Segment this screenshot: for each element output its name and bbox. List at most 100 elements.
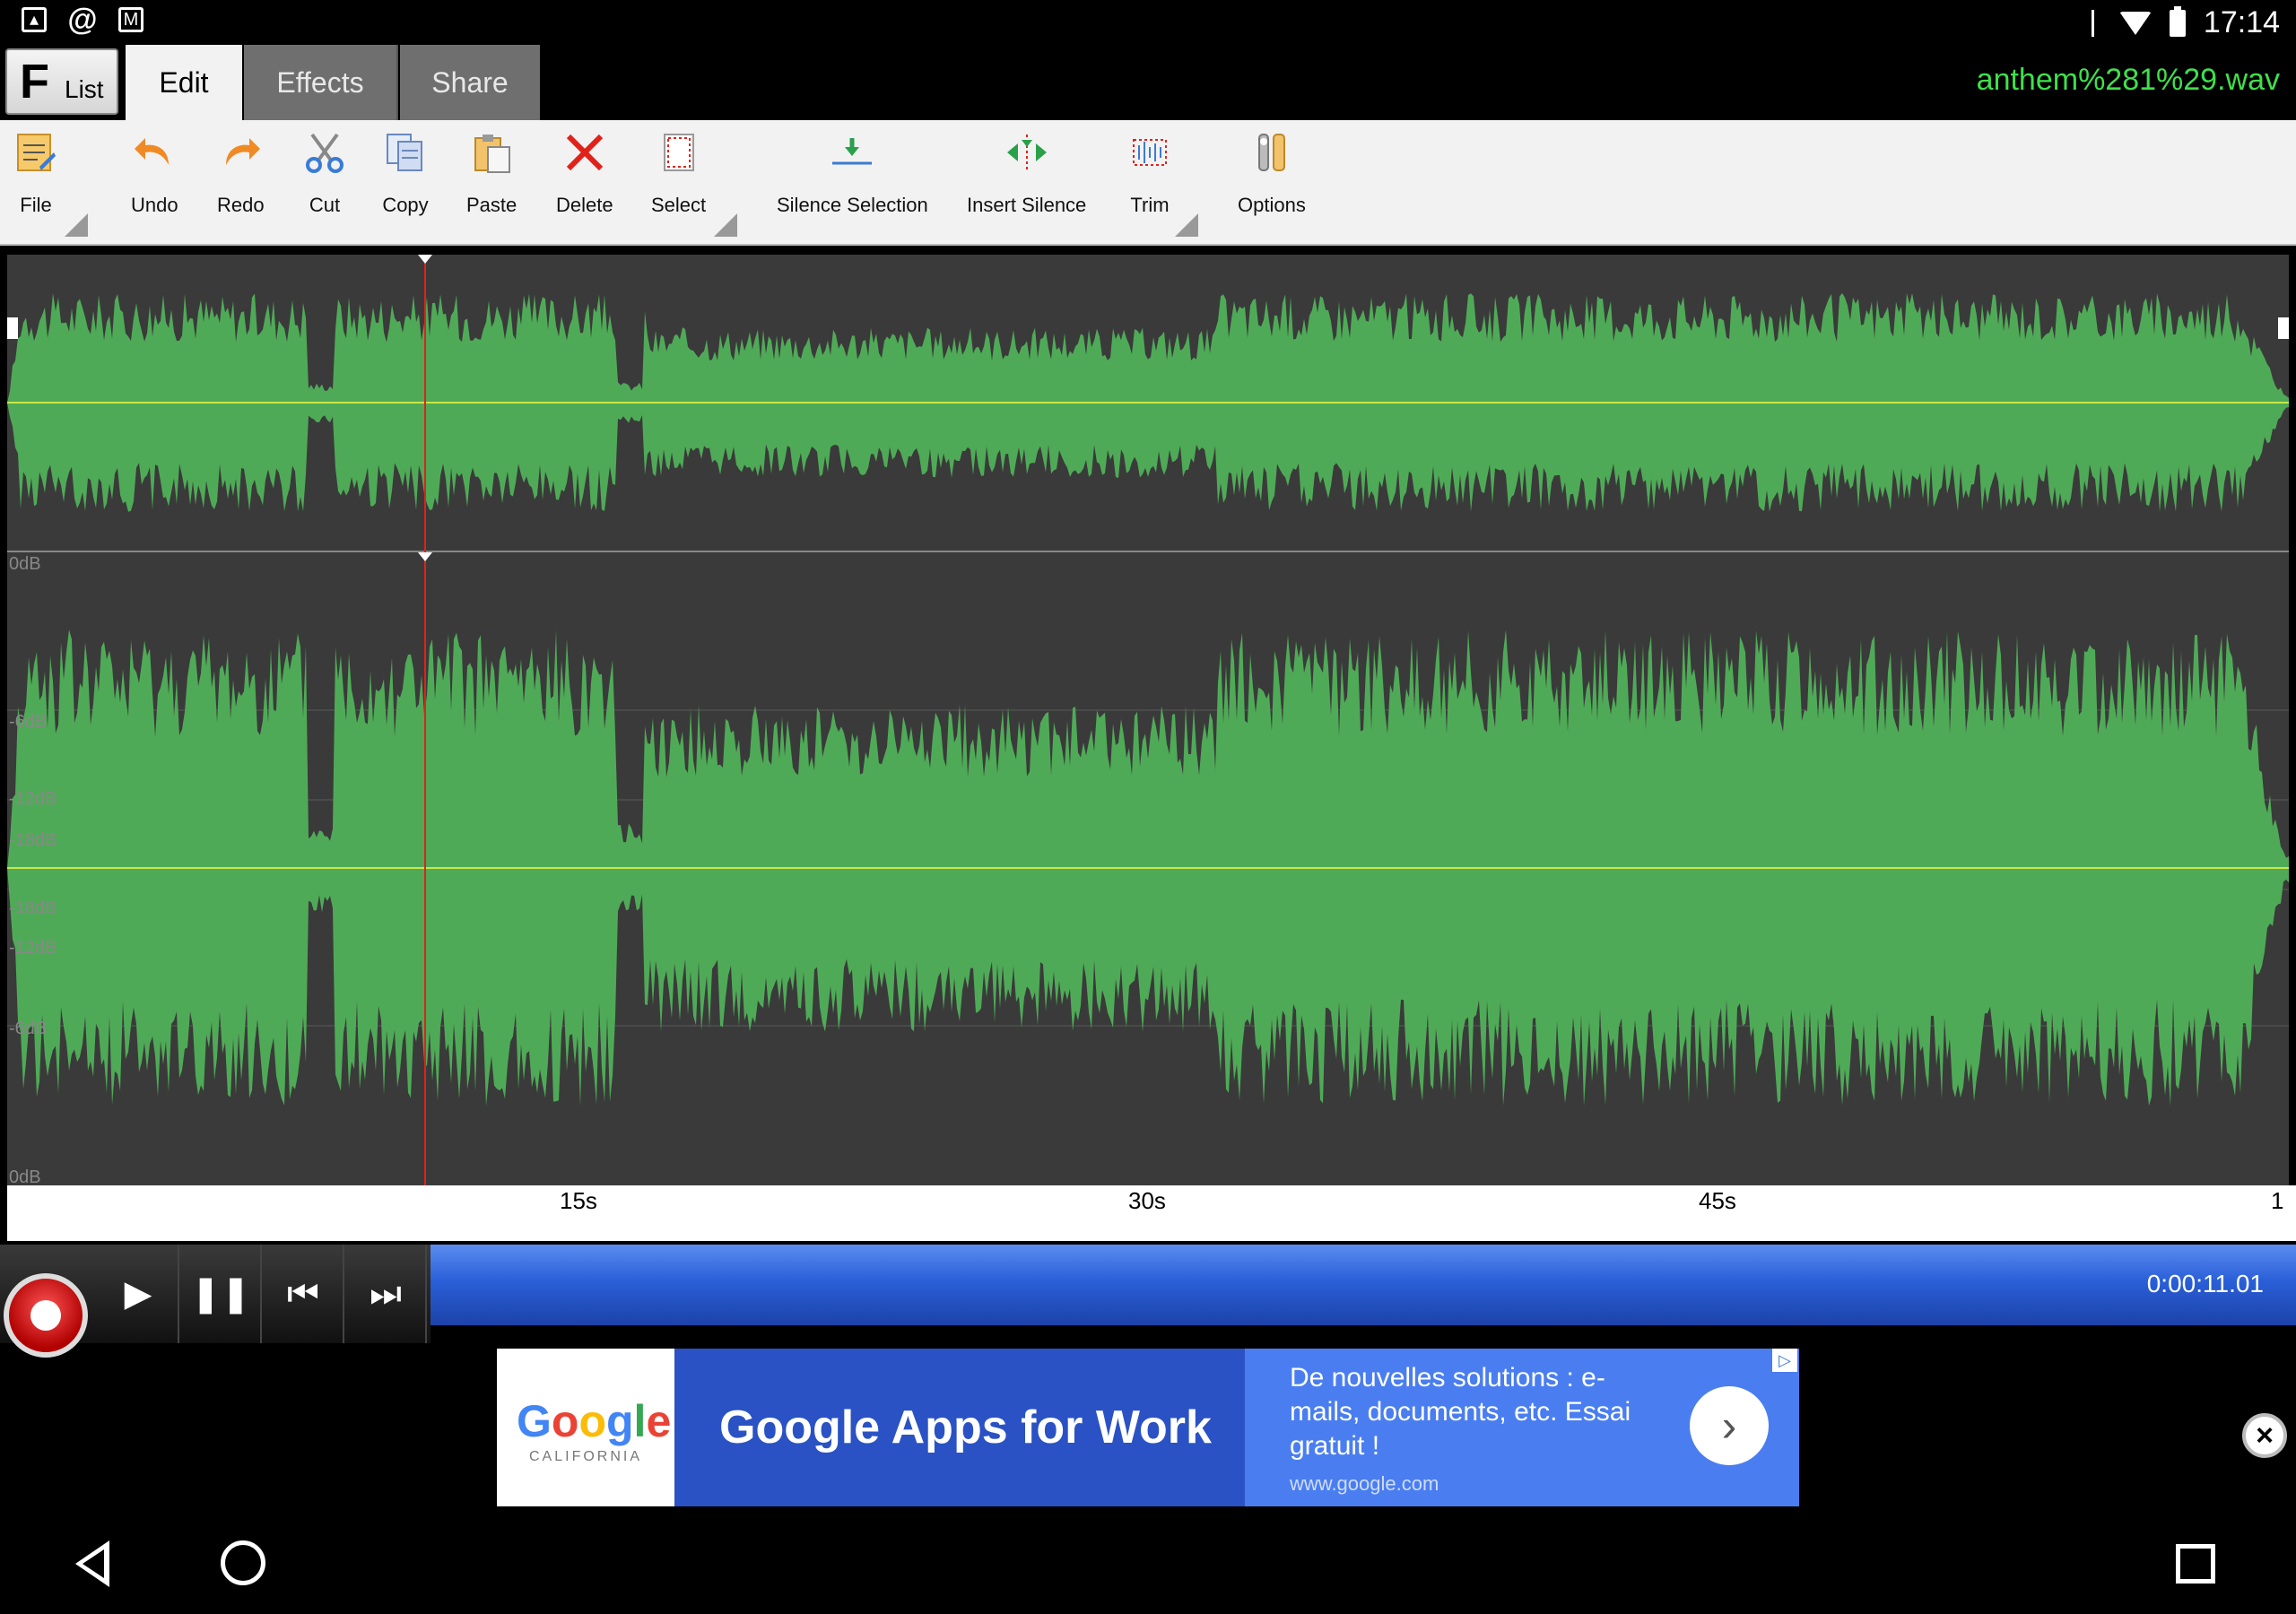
skip-to-end-button[interactable]: ⏭	[346, 1245, 427, 1343]
delete-label: Delete	[556, 194, 613, 216]
select-dropdown-corner-icon[interactable]	[714, 213, 737, 237]
db-label-1: -6dB	[9, 712, 48, 732]
timeline-tick-30s: 30s	[1128, 1187, 1166, 1214]
android-nav-bar	[0, 1512, 2296, 1614]
copy-button[interactable]: Copy	[382, 129, 429, 217]
battery-icon	[2169, 5, 2186, 37]
email-at-icon: @	[67, 3, 98, 37]
trim-dropdown-corner-icon[interactable]	[1175, 213, 1198, 237]
skip-forward-icon: ⏭	[370, 1273, 402, 1314]
tab-row: F List Edit Effects Share anthem%281%29.…	[0, 43, 2296, 120]
skip-back-icon: ⏮	[287, 1273, 319, 1314]
db-label-4: -18dB	[9, 898, 57, 918]
ad-close-icon[interactable]: ×	[2242, 1413, 2287, 1458]
timeline-tick-45s: 45s	[1699, 1187, 1736, 1214]
scissors-icon	[301, 129, 348, 176]
delete-x-icon	[561, 129, 608, 176]
db-label-2: -12dB	[9, 789, 57, 809]
select-icon	[656, 129, 702, 176]
options-wrench-icon	[1248, 129, 1295, 176]
undo-button[interactable]: Undo	[131, 129, 178, 217]
playhead-marker-0[interactable]	[418, 255, 432, 264]
ad-description: De nouvelles solutions : e-mails, docume…	[1290, 1363, 1631, 1461]
ad-google-logo: Google CALIFORNIA	[497, 1349, 674, 1506]
back-icon[interactable]	[75, 1540, 109, 1587]
db-label-6: -6dB	[9, 1019, 48, 1038]
redo-button[interactable]: Redo	[217, 129, 265, 217]
insert-silence-label: Insert Silence	[967, 194, 1087, 216]
pause-icon: ❚❚	[190, 1274, 251, 1314]
redo-icon	[217, 129, 264, 176]
image-notification-icon: ▴	[22, 7, 47, 32]
bluetooth-icon	[2083, 9, 2101, 37]
paste-icon	[468, 129, 515, 176]
play-button[interactable]: ▶	[99, 1245, 179, 1343]
copy-icon	[382, 129, 429, 176]
ad-go-arrow-icon[interactable]: ›	[1690, 1386, 1769, 1465]
undo-label: Undo	[131, 194, 178, 216]
file-label: File	[20, 194, 52, 216]
paste-button[interactable]: Paste	[466, 129, 517, 217]
select-label: Select	[651, 194, 707, 216]
timeline-tick-15s: 15s	[560, 1187, 597, 1214]
home-icon[interactable]	[221, 1540, 265, 1585]
adchoices-icon[interactable]: ▷	[1772, 1349, 1797, 1372]
silence-selection-label: Silence Selection	[777, 194, 928, 216]
status-bar: ▴ @ M 17:14	[0, 0, 2296, 43]
playhead-marker-1[interactable]	[418, 552, 432, 561]
db-label-5: -12dB	[9, 938, 57, 958]
record-button[interactable]	[4, 1273, 88, 1358]
transport-bar: ▶ ❚❚ ⏮ ⏭ 0:00:11.01	[0, 1219, 2296, 1358]
skip-to-start-button[interactable]: ⏮	[264, 1245, 344, 1343]
ad-brand-sub: CALIFORNIA	[529, 1449, 643, 1464]
app-logo-icon: F	[20, 55, 49, 108]
waveform-canvas[interactable]	[7, 255, 2289, 1185]
waveform-editor[interactable]: 0dB -6dB -12dB -18dB -18dB -12dB -6dB 0d…	[7, 255, 2289, 1187]
undo-icon	[131, 129, 178, 176]
tab-share[interactable]: Share	[400, 45, 540, 120]
playback-time: 0:00:11.01	[2146, 1270, 2264, 1297]
left-selection-handle[interactable]	[7, 317, 18, 339]
list-button-label: List	[65, 75, 104, 103]
pause-button[interactable]: ❚❚	[181, 1245, 262, 1343]
db-label-0: 0dB	[9, 554, 41, 574]
play-icon: ▶	[124, 1274, 152, 1314]
trim-button[interactable]: Trim	[1126, 129, 1173, 217]
insert-silence-button[interactable]: Insert Silence	[967, 129, 1086, 217]
options-button[interactable]: Options	[1238, 129, 1306, 217]
tab-effects[interactable]: Effects	[244, 45, 398, 120]
copy-label: Copy	[382, 194, 429, 216]
cut-label: Cut	[309, 194, 341, 216]
right-selection-handle[interactable]	[2278, 317, 2289, 339]
select-button[interactable]: Select	[651, 129, 706, 217]
trim-icon	[1126, 129, 1173, 176]
silence-selection-icon	[829, 129, 875, 176]
trim-label: Trim	[1130, 194, 1170, 216]
delete-button[interactable]: Delete	[556, 129, 613, 217]
ad-url: www.google.com	[1290, 1472, 1439, 1495]
ad-brand: Google	[517, 1396, 672, 1446]
gmail-icon: M	[118, 7, 144, 32]
silence-selection-button[interactable]: Silence Selection	[777, 129, 928, 217]
db-label-3: -18dB	[9, 830, 57, 850]
timeline-tick-1m: 1	[2271, 1187, 2284, 1214]
options-label: Options	[1238, 194, 1306, 216]
recent-apps-icon[interactable]	[2176, 1544, 2215, 1584]
edit-toolbar: File Undo Redo Cut Copy Paste Delete Sel…	[0, 120, 2296, 246]
file-name: anthem%281%29.wav	[1976, 63, 2280, 97]
transport-progress-bar	[377, 1245, 2296, 1325]
list-button[interactable]: F List	[5, 48, 118, 115]
tab-edit[interactable]: Edit	[126, 45, 242, 120]
paste-label: Paste	[466, 194, 517, 216]
insert-silence-icon	[1004, 129, 1050, 176]
channel-separator	[7, 551, 2289, 552]
file-button[interactable]: File	[13, 129, 59, 217]
file-dropdown-corner-icon[interactable]	[65, 213, 88, 237]
file-icon	[13, 129, 59, 176]
redo-label: Redo	[217, 194, 265, 216]
ad-cta-panel[interactable]: De nouvelles solutions : e-mails, docume…	[1245, 1349, 1799, 1506]
cut-button[interactable]: Cut	[301, 129, 348, 217]
status-time: 17:14	[2203, 5, 2280, 39]
ad-banner[interactable]: Google CALIFORNIA Google Apps for Work D…	[497, 1349, 1799, 1506]
wifi-icon	[2118, 11, 2152, 35]
